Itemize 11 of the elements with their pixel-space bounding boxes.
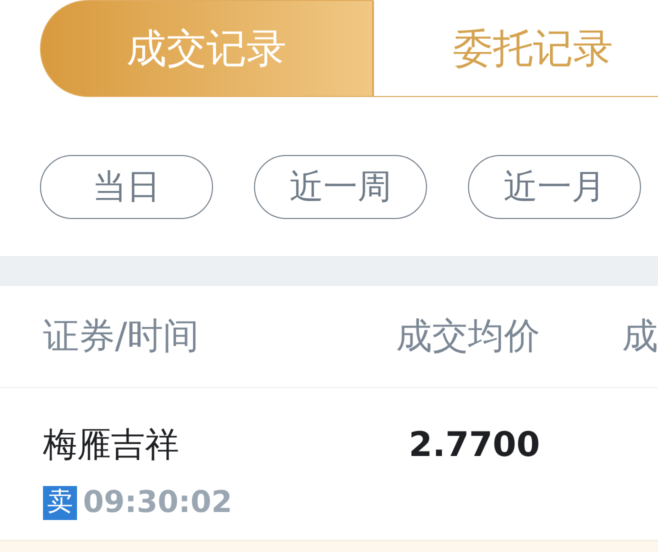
column-header: 证券/时间 [42,314,200,358]
period-filter-button[interactable]: 当日 [40,155,213,219]
period-filter-button[interactable]: 近一周 [254,155,427,219]
column-header: 成 [621,314,658,358]
average-price: 2.7700 [408,424,540,466]
column-header: 成交均价 [395,314,540,358]
sell-badge: 卖 [43,486,77,520]
tab[interactable]: 委托记录 [373,0,658,97]
stock-name: 梅雁吉祥 [43,424,180,466]
trade-time: 09:30:02 [83,484,232,522]
period-filter-button[interactable]: 近一月 [468,155,641,219]
